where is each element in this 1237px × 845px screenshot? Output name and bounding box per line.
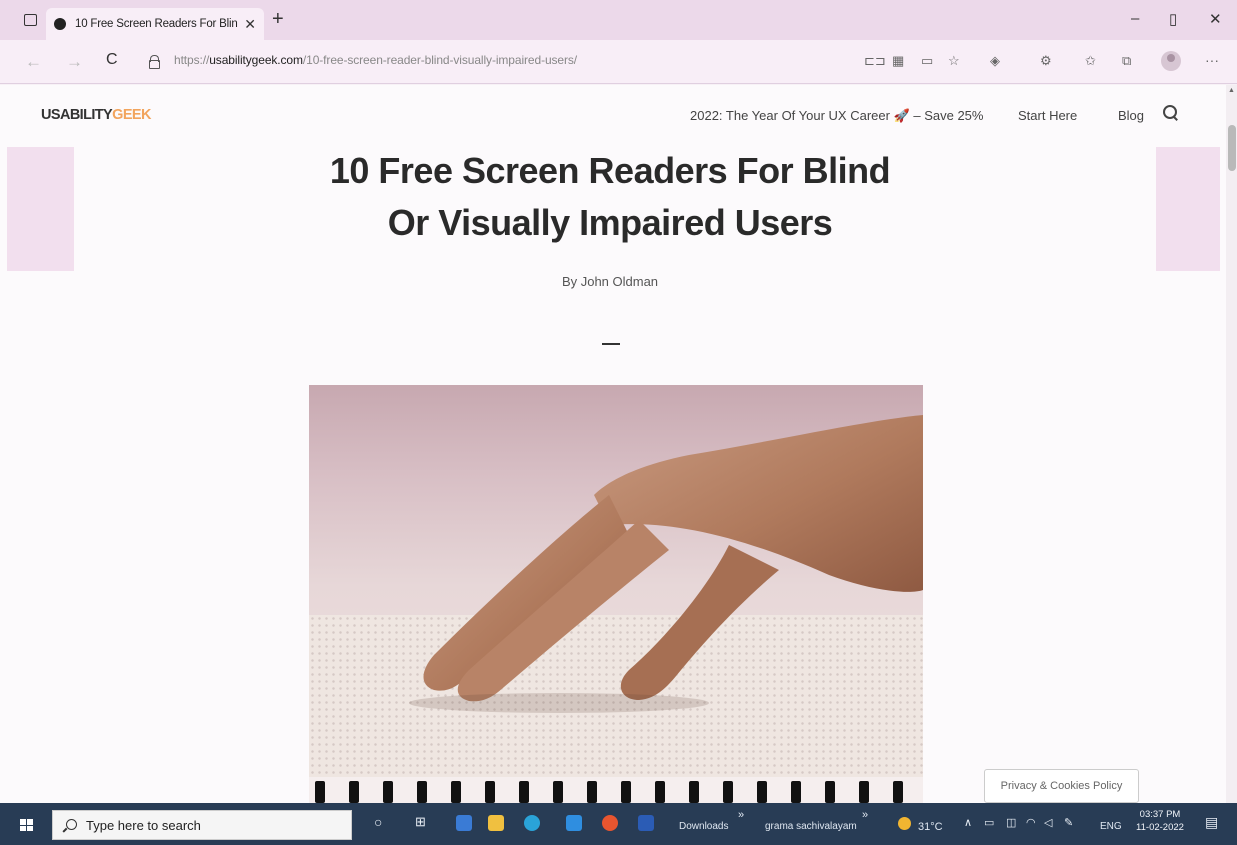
spiral-coil (723, 781, 733, 803)
spiral-coil (519, 781, 529, 803)
search-icon (63, 818, 77, 832)
reload-button[interactable]: C (106, 51, 118, 69)
spiral-coil (757, 781, 767, 803)
mail-app-icon[interactable] (566, 815, 582, 831)
nav-promo-link[interactable]: 2022: The Year Of Your UX Career 🚀 – Sav… (690, 108, 983, 124)
back-button[interactable]: ← (25, 52, 42, 72)
notification-center-icon[interactable]: ▤ (1205, 814, 1218, 831)
url-path: /10-free-screen-reader-blind-visually-im… (302, 53, 578, 67)
spiral-coil (383, 781, 393, 803)
battery-icon[interactable]: ▭ (984, 816, 994, 829)
scroll-up-arrow-icon[interactable]: ▲ (1228, 87, 1235, 94)
article-title: 10 Free Screen Readers For Blind Or Visu… (270, 145, 950, 249)
article-title-line2: Or Visually Impaired Users (387, 202, 833, 243)
url-prefix: https:// (174, 53, 210, 67)
windows-start-icon[interactable] (20, 819, 33, 831)
taskbar-search-box[interactable]: Type here to search (52, 810, 352, 840)
word-app-icon[interactable] (638, 815, 654, 831)
hand-reading-braille-illustration (409, 415, 923, 713)
edge-browser-icon[interactable] (524, 815, 540, 831)
read-aloud-icon[interactable]: ⊏⊐ (864, 53, 886, 69)
spiral-coil (859, 781, 869, 803)
collections-icon[interactable]: ⧉ (1122, 53, 1131, 69)
scrollbar-thumb[interactable] (1228, 125, 1236, 171)
taskbar-search-placeholder: Type here to search (86, 817, 201, 833)
address-toolbar: ← → C https://usabilitygeek.com/10-free-… (0, 40, 1237, 84)
tray-overflow-chevron-icon[interactable]: ∧ (964, 816, 972, 829)
clock-date: 11-02-2022 (1136, 822, 1184, 833)
taskbar-clock[interactable]: 03:37 PM 11-02-2022 (1135, 808, 1185, 834)
title-separator (602, 343, 620, 345)
spiral-coil (451, 781, 461, 803)
new-tab-button[interactable]: + (272, 8, 284, 31)
article-title-line1: 10 Free Screen Readers For Blind (329, 150, 891, 191)
tab-close-icon[interactable]: ✕ (244, 16, 256, 33)
url-field[interactable]: https://usabilitygeek.com/10-free-screen… (174, 53, 577, 67)
nav-blog-link[interactable]: Blog (1118, 108, 1144, 123)
url-host: usabilitygeek.com (209, 53, 303, 67)
store-app-icon[interactable] (456, 815, 472, 831)
spiral-coil (893, 781, 903, 803)
favorites-list-icon[interactable]: ✩ (1085, 53, 1096, 69)
clock-time: 03:37 PM (1139, 809, 1181, 820)
taskbar-folder-label[interactable]: grama sachivalayam (765, 821, 857, 832)
minimize-button[interactable]: – (1131, 10, 1139, 27)
hero-image (309, 385, 923, 803)
decor-block-left (7, 147, 74, 271)
task-view-icon[interactable]: ⊞ (415, 814, 426, 830)
wifi-icon[interactable]: ◠ (1026, 816, 1036, 829)
weather-temperature[interactable]: 31°C (918, 821, 943, 833)
chrome-browser-icon[interactable] (602, 815, 618, 831)
logo-accent-text: GEEK (112, 107, 151, 123)
nav-start-here-link[interactable]: Start Here (1018, 108, 1077, 123)
network-icon[interactable]: ◫ (1006, 816, 1016, 829)
site-favicon-icon (54, 18, 66, 30)
qr-code-icon[interactable]: ▦ (892, 53, 904, 69)
spiral-coil (791, 781, 801, 803)
site-logo[interactable]: USABILITYGEEK (41, 107, 151, 123)
favorite-star-icon[interactable]: ☆ (948, 53, 960, 69)
taskbar-overflow-marker-2: » (862, 809, 869, 821)
language-indicator[interactable]: ENG (1100, 821, 1122, 832)
puzzle-icon[interactable]: ⚙ (1040, 53, 1052, 69)
decor-block-right (1156, 147, 1220, 271)
immersive-reader-icon[interactable]: ▭ (921, 53, 933, 69)
browser-titlebar: 10 Free Screen Readers For Blin ✕ + – ▯ … (0, 0, 1237, 40)
spiral-coil (553, 781, 563, 803)
volume-icon[interactable]: ◁ (1044, 816, 1052, 829)
close-window-button[interactable]: ✕ (1209, 10, 1222, 28)
spiral-coil (315, 781, 325, 803)
spiral-coil (417, 781, 427, 803)
spiral-coil (689, 781, 699, 803)
spiral-coil (825, 781, 835, 803)
lock-icon[interactable] (149, 55, 160, 69)
spiral-coil (349, 781, 359, 803)
taskbar-overflow-marker-1: » (738, 809, 745, 821)
more-menu-icon[interactable]: ··· (1205, 52, 1219, 68)
extension-icon[interactable]: ◈ (990, 53, 1000, 69)
spiral-coil (621, 781, 631, 803)
profile-avatar-icon[interactable] (1161, 51, 1181, 71)
logo-main-text: USABILITY (41, 107, 113, 123)
article-byline[interactable]: By John Oldman (460, 274, 760, 289)
spiral-coil (655, 781, 665, 803)
pen-icon[interactable]: ✎ (1064, 816, 1073, 829)
file-explorer-icon[interactable] (488, 815, 504, 831)
spiral-coil (587, 781, 597, 803)
spiral-binding (309, 777, 923, 803)
weather-sun-icon[interactable] (898, 817, 911, 830)
privacy-cookies-button[interactable]: Privacy & Cookies Policy (984, 769, 1139, 803)
web-page: USABILITYGEEK 2022: The Year Of Your UX … (0, 85, 1226, 803)
search-icon[interactable] (1163, 105, 1178, 120)
forward-button[interactable]: → (66, 52, 83, 72)
cortana-icon[interactable]: ○ (374, 814, 382, 830)
spiral-coil (485, 781, 495, 803)
restore-button[interactable]: ▯ (1169, 10, 1177, 28)
browser-tab[interactable]: 10 Free Screen Readers For Blin ✕ (46, 8, 264, 40)
taskbar-downloads-label[interactable]: Downloads (679, 821, 728, 832)
tab-title: 10 Free Screen Readers For Blin (75, 18, 238, 30)
tab-actions-menu-icon[interactable] (24, 14, 37, 26)
page-scrollbar[interactable] (1226, 85, 1237, 803)
